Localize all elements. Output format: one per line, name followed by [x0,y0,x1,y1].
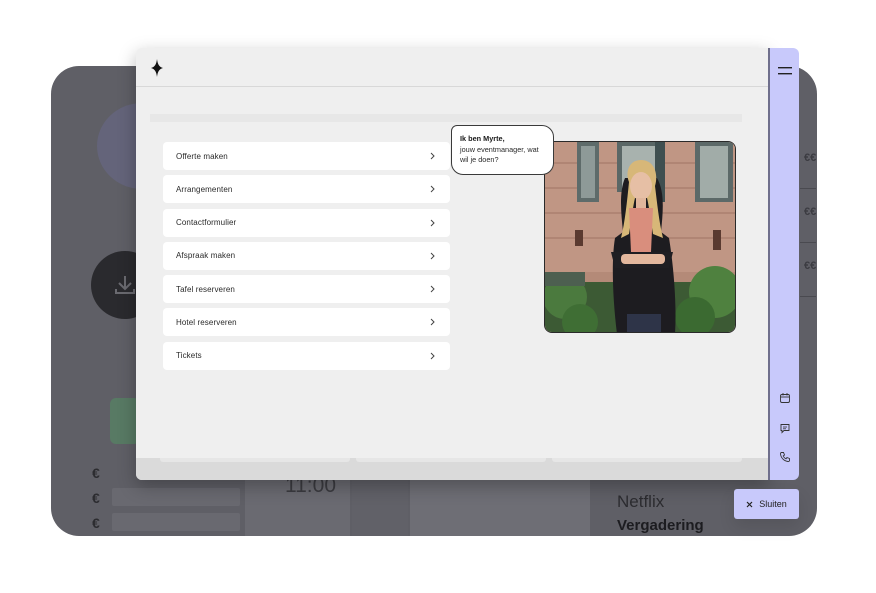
close-icon [746,501,753,507]
speech-bubble: Ik ben Myrte, jouw eventmanager, wat wil… [451,125,554,175]
background-netflix: Netflix [617,492,665,511]
footer-cell [552,458,742,462]
euro-label: € [92,465,100,481]
chevron-right-icon [430,285,435,293]
chevron-right-icon [430,319,435,326]
background-price: €€ [804,152,817,164]
background-band [150,114,742,122]
chevron-right-icon [430,252,435,260]
close-button[interactable]: Sluiten [734,489,799,519]
menu-item-label: Tickets [176,351,202,361]
assistant-modal: Offerte maken Arrangementen Contactformu… [136,48,768,480]
menu-item-tafel-reserveren[interactable]: Tafel reserveren [163,275,450,304]
close-button-label: Sluiten [759,499,787,509]
menu-item-label: Arrangementen [176,184,233,194]
background-price: €€ [804,260,817,272]
footer-cell [356,458,546,462]
menu-item-afspraak-maken[interactable]: Afspraak maken [163,241,450,270]
chat-icon[interactable] [779,422,791,434]
chevron-right-icon [430,352,435,360]
diamond-sparkle-icon [151,59,163,77]
euro-label: € [92,490,100,506]
chevron-right-icon [430,219,435,226]
phone-icon[interactable] [779,451,791,463]
bubble-greeting: Ik ben Myrte, [460,134,505,143]
menu-item-hotel-reserveren[interactable]: Hotel reserveren [163,308,450,337]
background-meeting: Vergadering [617,517,704,534]
chevron-right-icon [430,152,435,160]
menu-item-offerte-maken[interactable]: Offerte maken [163,142,450,170]
menu-icon[interactable] [778,67,792,75]
background-row [112,488,240,506]
footer-cell [160,458,350,462]
background-divider [800,242,816,243]
event-manager-photo [544,141,736,333]
modal-footer [136,458,768,480]
menu-item-label: Contactformulier [176,218,237,228]
menu-list: Offerte maken Arrangementen Contactformu… [163,142,450,375]
modal-header [136,48,768,87]
background-divider [800,188,816,189]
menu-item-arrangementen[interactable]: Arrangementen [163,175,450,204]
menu-item-label: Hotel reserveren [176,317,237,327]
menu-item-label: Tafel reserveren [176,284,235,294]
menu-item-label: Afspraak maken [176,251,236,261]
menu-item-contactformulier[interactable]: Contactformulier [163,208,450,237]
menu-item-tickets[interactable]: Tickets [163,341,450,370]
background-price: €€ [804,206,817,218]
calendar-icon[interactable] [779,392,791,404]
background-row [112,513,240,531]
background-divider [800,296,816,297]
euro-label: € [92,515,100,531]
bubble-line: jouw eventmanager, wat [460,144,539,154]
bubble-line: wil je doen? [460,155,499,164]
chevron-right-icon [430,185,435,193]
side-toolbar [768,48,799,480]
menu-item-label: Offerte maken [176,151,228,161]
